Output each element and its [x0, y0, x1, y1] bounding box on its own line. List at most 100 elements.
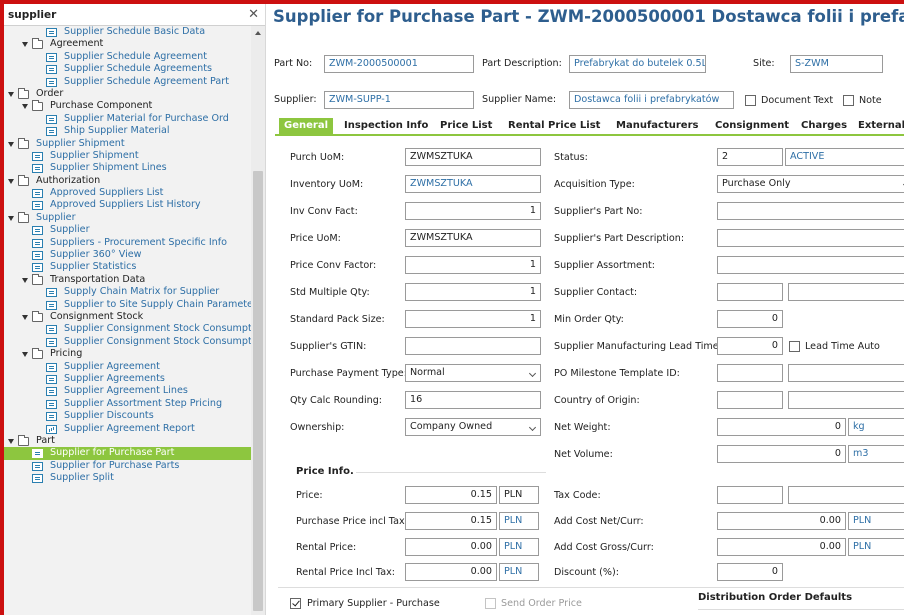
country-of-origin-name-field[interactable] — [788, 391, 904, 409]
tab-charges[interactable]: Charges — [796, 118, 852, 134]
nav-item[interactable]: Pricing — [4, 348, 252, 360]
nav-item[interactable]: Supplier Agreements — [4, 373, 252, 385]
tax-code-field[interactable] — [717, 486, 783, 504]
discount-field[interactable]: 0 — [717, 563, 783, 581]
inventory-uom-field[interactable]: ZWMSZTUKA — [405, 175, 541, 193]
nav-item[interactable]: Supplier Split — [4, 472, 252, 484]
rental-price-incl-tax-field[interactable]: 0.00 — [405, 563, 497, 581]
std-multiple-qty-field[interactable]: 1 — [405, 283, 541, 301]
tab-rental-price-list[interactable]: Rental Price List — [503, 118, 605, 134]
expand-arrow-icon[interactable] — [22, 277, 28, 283]
min-order-qty-field[interactable]: 0 — [717, 310, 783, 328]
expand-arrow-icon[interactable] — [8, 91, 14, 97]
nav-item[interactable]: Supplier to Site Supply Chain Parameters — [4, 299, 252, 311]
expand-arrow-icon[interactable] — [22, 42, 28, 48]
nav-item[interactable]: Supplier Agreement Lines — [4, 385, 252, 397]
nav-item[interactable]: Supplier Agreement — [4, 361, 252, 373]
nav-item[interactable]: Supplier Assortment Step Pricing — [4, 398, 252, 410]
purchase-price-incl-tax-field[interactable]: 0.15 — [405, 512, 497, 530]
add-cost-net-field[interactable]: 0.00 — [717, 512, 846, 530]
expand-arrow-icon[interactable] — [22, 314, 28, 320]
supplier-part-description-field[interactable] — [717, 229, 904, 247]
expand-arrow-icon[interactable] — [22, 104, 28, 110]
nav-item[interactable]: Suppliers - Procurement Specific Info — [4, 237, 252, 249]
net-volume-unit-field[interactable]: m3 — [848, 445, 904, 463]
navigator-scrollbar[interactable] — [251, 26, 265, 615]
scroll-up-icon[interactable] — [255, 31, 261, 35]
expand-arrow-icon[interactable] — [22, 352, 28, 358]
manufacturing-lead-time-field[interactable]: 0 — [717, 337, 783, 355]
expand-arrow-icon[interactable] — [8, 215, 14, 221]
nav-item[interactable]: Supplier 360° View — [4, 249, 252, 261]
price-conv-factor-field[interactable]: 1 — [405, 256, 541, 274]
purchase-price-incl-tax-currency[interactable]: PLN — [499, 512, 539, 530]
ownership-select[interactable]: Company Owned — [405, 418, 541, 436]
rental-price-currency[interactable]: PLN — [499, 538, 539, 556]
supplier-field[interactable]: ZWM-SUPP-1 — [324, 91, 474, 109]
nav-item[interactable]: Supplier — [4, 224, 252, 236]
price-uom-field[interactable]: ZWMSZTUKA — [405, 229, 541, 247]
note-checkbox[interactable] — [843, 95, 854, 106]
document-text-checkbox[interactable] — [745, 95, 756, 106]
nav-item[interactable]: Part — [4, 434, 252, 447]
nav-item[interactable]: Supply Chain Matrix for Supplier — [4, 286, 252, 298]
tab-price-list[interactable]: Price List — [435, 118, 497, 134]
site-field[interactable]: S-ZWM — [790, 55, 883, 73]
navigator-search-query[interactable]: supplier — [8, 9, 56, 21]
supplier-assortment-field[interactable] — [717, 256, 904, 274]
supplier-part-no-field[interactable] — [717, 202, 904, 220]
nav-item[interactable]: Supplier Schedule Agreement — [4, 51, 252, 63]
nav-item[interactable]: Purchase Component — [4, 100, 252, 112]
nav-item[interactable]: Authorization — [4, 174, 252, 187]
tab-manufacturers[interactable]: Manufacturers — [611, 118, 703, 134]
nav-item[interactable]: Consignment Stock — [4, 310, 252, 323]
nav-item[interactable]: Supplier Shipment Lines — [4, 162, 252, 174]
price-field[interactable]: 0.15 — [405, 486, 497, 504]
primary-supplier-checkbox[interactable] — [290, 598, 301, 609]
nav-item[interactable]: Supplier Discounts — [4, 410, 252, 422]
country-of-origin-field[interactable] — [717, 391, 783, 409]
add-cost-gross-field[interactable]: 0.00 — [717, 538, 846, 556]
nav-item[interactable]: Supplier Statistics — [4, 261, 252, 273]
scrollbar-thumb[interactable] — [253, 171, 263, 611]
add-cost-gross-currency[interactable]: PLN — [848, 538, 904, 556]
nav-item[interactable]: Transportation Data — [4, 273, 252, 286]
nav-item[interactable]: Supplier Agreement Report — [4, 423, 252, 435]
nav-item[interactable]: Supplier Schedule Agreement Part — [4, 76, 252, 88]
nav-item[interactable]: Supplier Schedule Agreements — [4, 63, 252, 75]
tax-code-description-field[interactable] — [788, 486, 904, 504]
rental-price-incl-tax-currency[interactable]: PLN — [499, 563, 539, 581]
nav-item[interactable]: Approved Suppliers List History — [4, 199, 252, 211]
tab-consignment[interactable]: Consignment — [710, 118, 794, 134]
po-milestone-description-field[interactable] — [788, 364, 904, 382]
nav-item[interactable]: Approved Suppliers List — [4, 187, 252, 199]
nav-item[interactable]: Order — [4, 87, 252, 100]
navigator-search[interactable]: supplier ✕ — [4, 4, 265, 26]
supplier-name-field[interactable]: Dostawca folii i prefabrykatów — [569, 91, 734, 109]
close-icon[interactable]: ✕ — [248, 8, 259, 21]
net-volume-field[interactable]: 0 — [717, 445, 846, 463]
nav-item[interactable]: Supplier Consignment Stock Consumption — [4, 336, 252, 348]
standard-pack-size-field[interactable]: 1 — [405, 310, 541, 328]
acquisition-type-select[interactable]: Purchase Only — [717, 175, 904, 193]
part-no-field[interactable]: ZWM-2000500001 — [324, 55, 474, 73]
nav-item[interactable]: Supplier — [4, 211, 252, 224]
nav-item[interactable]: Ship Supplier Material — [4, 125, 252, 137]
supplier-gtin-field[interactable] — [405, 337, 541, 355]
supplier-contact-field[interactable] — [717, 283, 783, 301]
nav-item[interactable]: Supplier for Purchase Part — [4, 447, 252, 460]
status-code-field[interactable]: 2 — [717, 148, 783, 166]
nav-item[interactable]: Agreement — [4, 38, 252, 50]
tab-external[interactable]: External — [853, 118, 904, 134]
add-cost-net-currency[interactable]: PLN — [848, 512, 904, 530]
nav-item[interactable]: Supplier Shipment — [4, 137, 252, 150]
tab-general[interactable]: General — [279, 118, 333, 134]
net-weight-field[interactable]: 0 — [717, 418, 846, 436]
nav-item[interactable]: Supplier for Purchase Parts — [4, 460, 252, 472]
net-weight-unit-field[interactable]: kg — [848, 418, 904, 436]
purch-uom-field[interactable]: ZWMSZTUKA — [405, 148, 541, 166]
part-description-field[interactable]: Prefabrykat do butelek 0.5L — [569, 55, 706, 73]
price-currency-field[interactable]: PLN — [499, 486, 539, 504]
nav-item[interactable]: Supplier Material for Purchase Ord — [4, 113, 252, 125]
po-milestone-template-field[interactable] — [717, 364, 783, 382]
